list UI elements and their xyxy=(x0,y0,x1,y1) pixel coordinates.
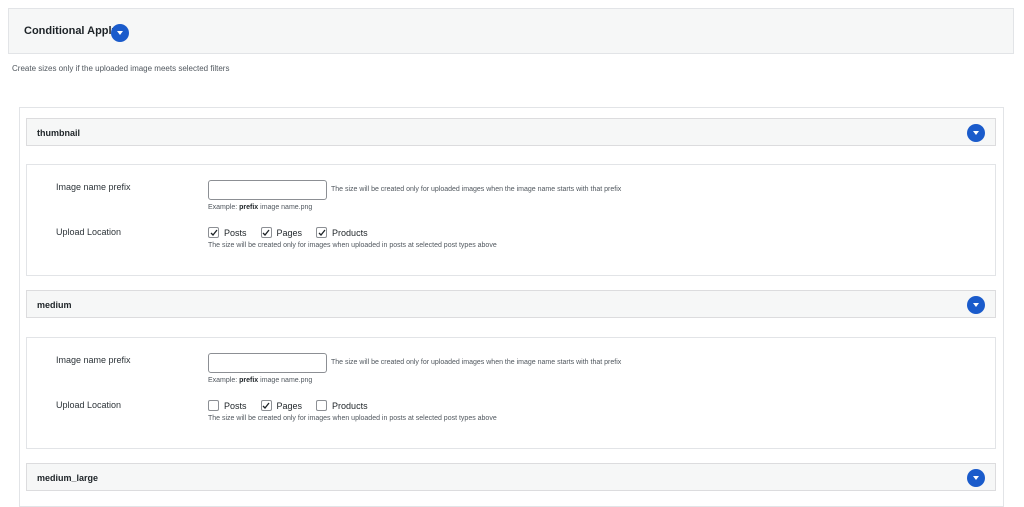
conditional-apply-title: Conditional Apply xyxy=(24,25,118,37)
chevron-down-icon xyxy=(973,131,979,135)
size-settings-medium: Image name prefix The size will be creat… xyxy=(26,337,996,449)
size-settings-thumbnail: Image name prefix The size will be creat… xyxy=(26,164,996,276)
checkmark-icon xyxy=(210,229,218,236)
checkbox-posts[interactable] xyxy=(208,227,219,238)
size-header-thumbnail[interactable]: thumbnail xyxy=(26,118,996,146)
size-title: thumbnail xyxy=(37,128,80,138)
post-type-pages[interactable]: Pages xyxy=(260,400,302,411)
post-type-posts[interactable]: Posts xyxy=(208,227,247,238)
size-title: medium_large xyxy=(37,473,99,483)
upload-location-help: The size will be created only for images… xyxy=(208,415,497,422)
post-type-pages[interactable]: Pages xyxy=(260,227,302,238)
post-type-checkboxes: Posts Pages Products xyxy=(208,400,382,411)
checkbox-posts[interactable] xyxy=(208,400,219,411)
conditional-apply-description: Create sizes only if the uploaded image … xyxy=(12,64,230,73)
chevron-down-icon xyxy=(973,303,979,307)
prefix-label: Image name prefix xyxy=(56,355,131,365)
upload-location-label: Upload Location xyxy=(56,400,122,410)
post-type-products[interactable]: Products xyxy=(316,227,368,238)
checkmark-icon xyxy=(262,229,270,236)
prefix-help-text: The size will be created only for upload… xyxy=(331,186,622,193)
size-title: medium xyxy=(37,300,72,310)
checkbox-products[interactable] xyxy=(316,400,328,411)
post-type-products[interactable]: Products xyxy=(316,400,368,411)
prefix-label: Image name prefix xyxy=(56,182,131,192)
checkbox-pages[interactable] xyxy=(260,400,272,411)
prefix-example: Example: prefix image name.png xyxy=(208,204,313,211)
size-header-medium-large[interactable]: medium_large xyxy=(26,463,996,491)
conditional-apply-toggle-button[interactable] xyxy=(111,24,129,42)
checkbox-products[interactable] xyxy=(316,227,328,238)
post-type-checkboxes: Posts Pages Products xyxy=(208,227,382,238)
size-toggle-button[interactable] xyxy=(967,296,985,314)
post-type-posts[interactable]: Posts xyxy=(208,400,247,411)
size-toggle-button[interactable] xyxy=(967,469,985,487)
prefix-input[interactable] xyxy=(208,180,327,200)
checkmark-icon xyxy=(318,229,326,236)
prefix-input[interactable] xyxy=(208,353,327,373)
size-header-medium[interactable]: medium xyxy=(26,290,996,318)
checkmark-icon xyxy=(262,402,270,409)
size-toggle-button[interactable] xyxy=(967,124,985,142)
upload-location-label: Upload Location xyxy=(56,227,122,237)
conditional-apply-panel: Conditional Apply xyxy=(8,8,1014,54)
prefix-help-text: The size will be created only for upload… xyxy=(331,359,622,366)
chevron-down-icon xyxy=(117,31,123,35)
chevron-down-icon xyxy=(973,476,979,480)
upload-location-help: The size will be created only for images… xyxy=(208,242,497,249)
prefix-example: Example: prefix image name.png xyxy=(208,377,313,384)
checkbox-pages[interactable] xyxy=(260,227,272,238)
